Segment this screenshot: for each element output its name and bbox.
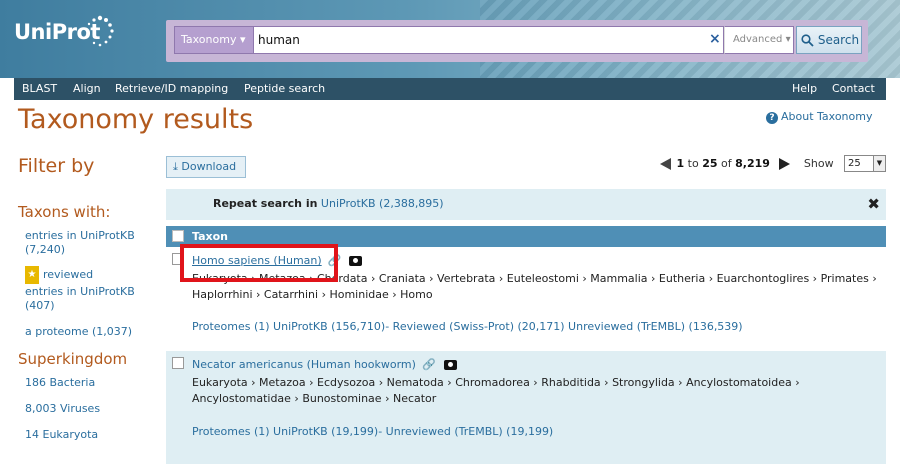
chevron-down-icon: ▼ (873, 156, 885, 171)
search-category-select[interactable]: Taxonomy ▾ (174, 26, 254, 54)
main-navbar: BLAST Align Retrieve/ID mapping Peptide … (14, 78, 886, 100)
advanced-search-button[interactable]: Advanced ▾ (724, 26, 794, 54)
pagination: 1 to 25 of 8,219 Show (660, 157, 834, 170)
clear-search-icon[interactable]: × (709, 31, 721, 47)
taxons-with-heading: Taxons with: (18, 203, 111, 221)
taxon-lineage: Eukaryota › Metazoa › Ecdysozoa › Nemato… (192, 375, 882, 407)
download-label: Download (181, 160, 237, 173)
nav-align[interactable]: Align (73, 78, 101, 100)
link-icon[interactable]: 🔗 (422, 358, 436, 371)
nav-contact[interactable]: Contact (832, 78, 875, 100)
about-taxonomy-link[interactable]: ? About Taxonomy (766, 110, 873, 124)
nav-retrieve-id-mapping[interactable]: Retrieve/ID mapping (115, 78, 228, 100)
table-row: Necator americanus (Human hookworm) 🔗 Euk… (166, 351, 886, 464)
advanced-label: Advanced (733, 34, 783, 45)
taxon-links[interactable]: Proteomes (1) UniProtKB (156,710)- Revie… (192, 320, 743, 333)
repeat-search-bar: Repeat search in UniProtKB (2,388,895) ✖ (166, 189, 886, 220)
filter-reviewed-count[interactable]: (407) (25, 299, 55, 313)
pager-to-word: to (687, 157, 699, 170)
filter-proteome[interactable]: a proteome (1,037) (25, 325, 132, 339)
reviewed-label: reviewed (43, 268, 94, 281)
select-all-checkbox[interactable] (172, 230, 184, 242)
prev-page-icon[interactable] (660, 158, 671, 170)
pager-of-word: of (721, 157, 732, 170)
camera-icon[interactable] (349, 256, 363, 266)
search-category-label: Taxonomy (181, 33, 237, 46)
column-taxon[interactable]: Taxon (192, 230, 228, 243)
page-size-select[interactable]: 25 ▼ (844, 155, 886, 172)
chevron-down-icon: ▾ (239, 33, 246, 46)
camera-icon[interactable] (443, 360, 457, 370)
filter-by-heading: Filter by (18, 155, 95, 177)
highlight-annotation-box (180, 244, 338, 282)
filter-reviewed[interactable]: ★ reviewed (25, 266, 93, 284)
pager-from: 1 (676, 157, 685, 170)
taxon-name-row: Necator americanus (Human hookworm) 🔗 (192, 358, 457, 371)
pager-total: 8,219 (735, 157, 770, 170)
star-icon: ★ (25, 266, 39, 284)
filter-entries-uniprotkb[interactable]: entries in UniProtKB (7,240) (25, 229, 150, 257)
pager-page: 25 (702, 157, 718, 170)
sk-eukaryota[interactable]: 14 Eukaryota (25, 428, 98, 442)
page-size-value: 25 (848, 158, 861, 169)
repeat-search-prefix: Repeat search in (213, 197, 318, 210)
close-icon[interactable]: ✖ (867, 195, 880, 213)
help-icon: ? (766, 112, 778, 124)
lineage-line-1: Eukaryota › Metazoa › Ecdysozoa › Nemato… (192, 376, 800, 389)
row-checkbox[interactable] (172, 357, 184, 369)
search-button-label: Search (817, 33, 860, 47)
search-button[interactable]: Search (796, 26, 862, 54)
next-page-icon[interactable] (779, 158, 791, 170)
show-label: Show (803, 157, 834, 170)
nav-help[interactable]: Help (792, 78, 817, 100)
search-input[interactable]: human (254, 26, 724, 54)
nav-blast[interactable]: BLAST (22, 78, 57, 100)
repeat-search-count: (2,388,895) (379, 197, 444, 210)
page-title: Taxonomy results (18, 104, 254, 135)
logo-dots-icon (87, 15, 114, 47)
lineage-line-2: Ancylostomatidae › Bunostominae › Necato… (192, 392, 437, 405)
download-button[interactable]: ⤓ Download (166, 156, 246, 178)
superkingdom-heading: Superkingdom (18, 350, 128, 368)
repeat-search-text: Repeat search in UniProtKB (2,388,895) (213, 197, 444, 210)
chevron-down-icon: ▾ (785, 34, 791, 45)
nav-peptide-search[interactable]: Peptide search (244, 78, 325, 100)
about-taxonomy-label: About Taxonomy (781, 110, 873, 123)
taxon-links[interactable]: Proteomes (1) UniProtKB (19,199)- Unrevi… (192, 425, 553, 438)
sk-bacteria[interactable]: 186 Bacteria (25, 376, 95, 390)
lineage-line-2: Haplorrhini › Catarrhini › Hominidae › H… (192, 288, 433, 301)
filter-reviewed-desc[interactable]: entries in UniProtKB (25, 285, 135, 299)
search-icon (801, 34, 814, 47)
taxon-name-link[interactable]: Necator americanus (Human hookworm) (192, 358, 416, 371)
download-icon: ⤓ (173, 160, 178, 173)
repeat-search-target[interactable]: UniProtKB (321, 197, 376, 210)
sk-viruses[interactable]: 8,003 Viruses (25, 402, 100, 416)
